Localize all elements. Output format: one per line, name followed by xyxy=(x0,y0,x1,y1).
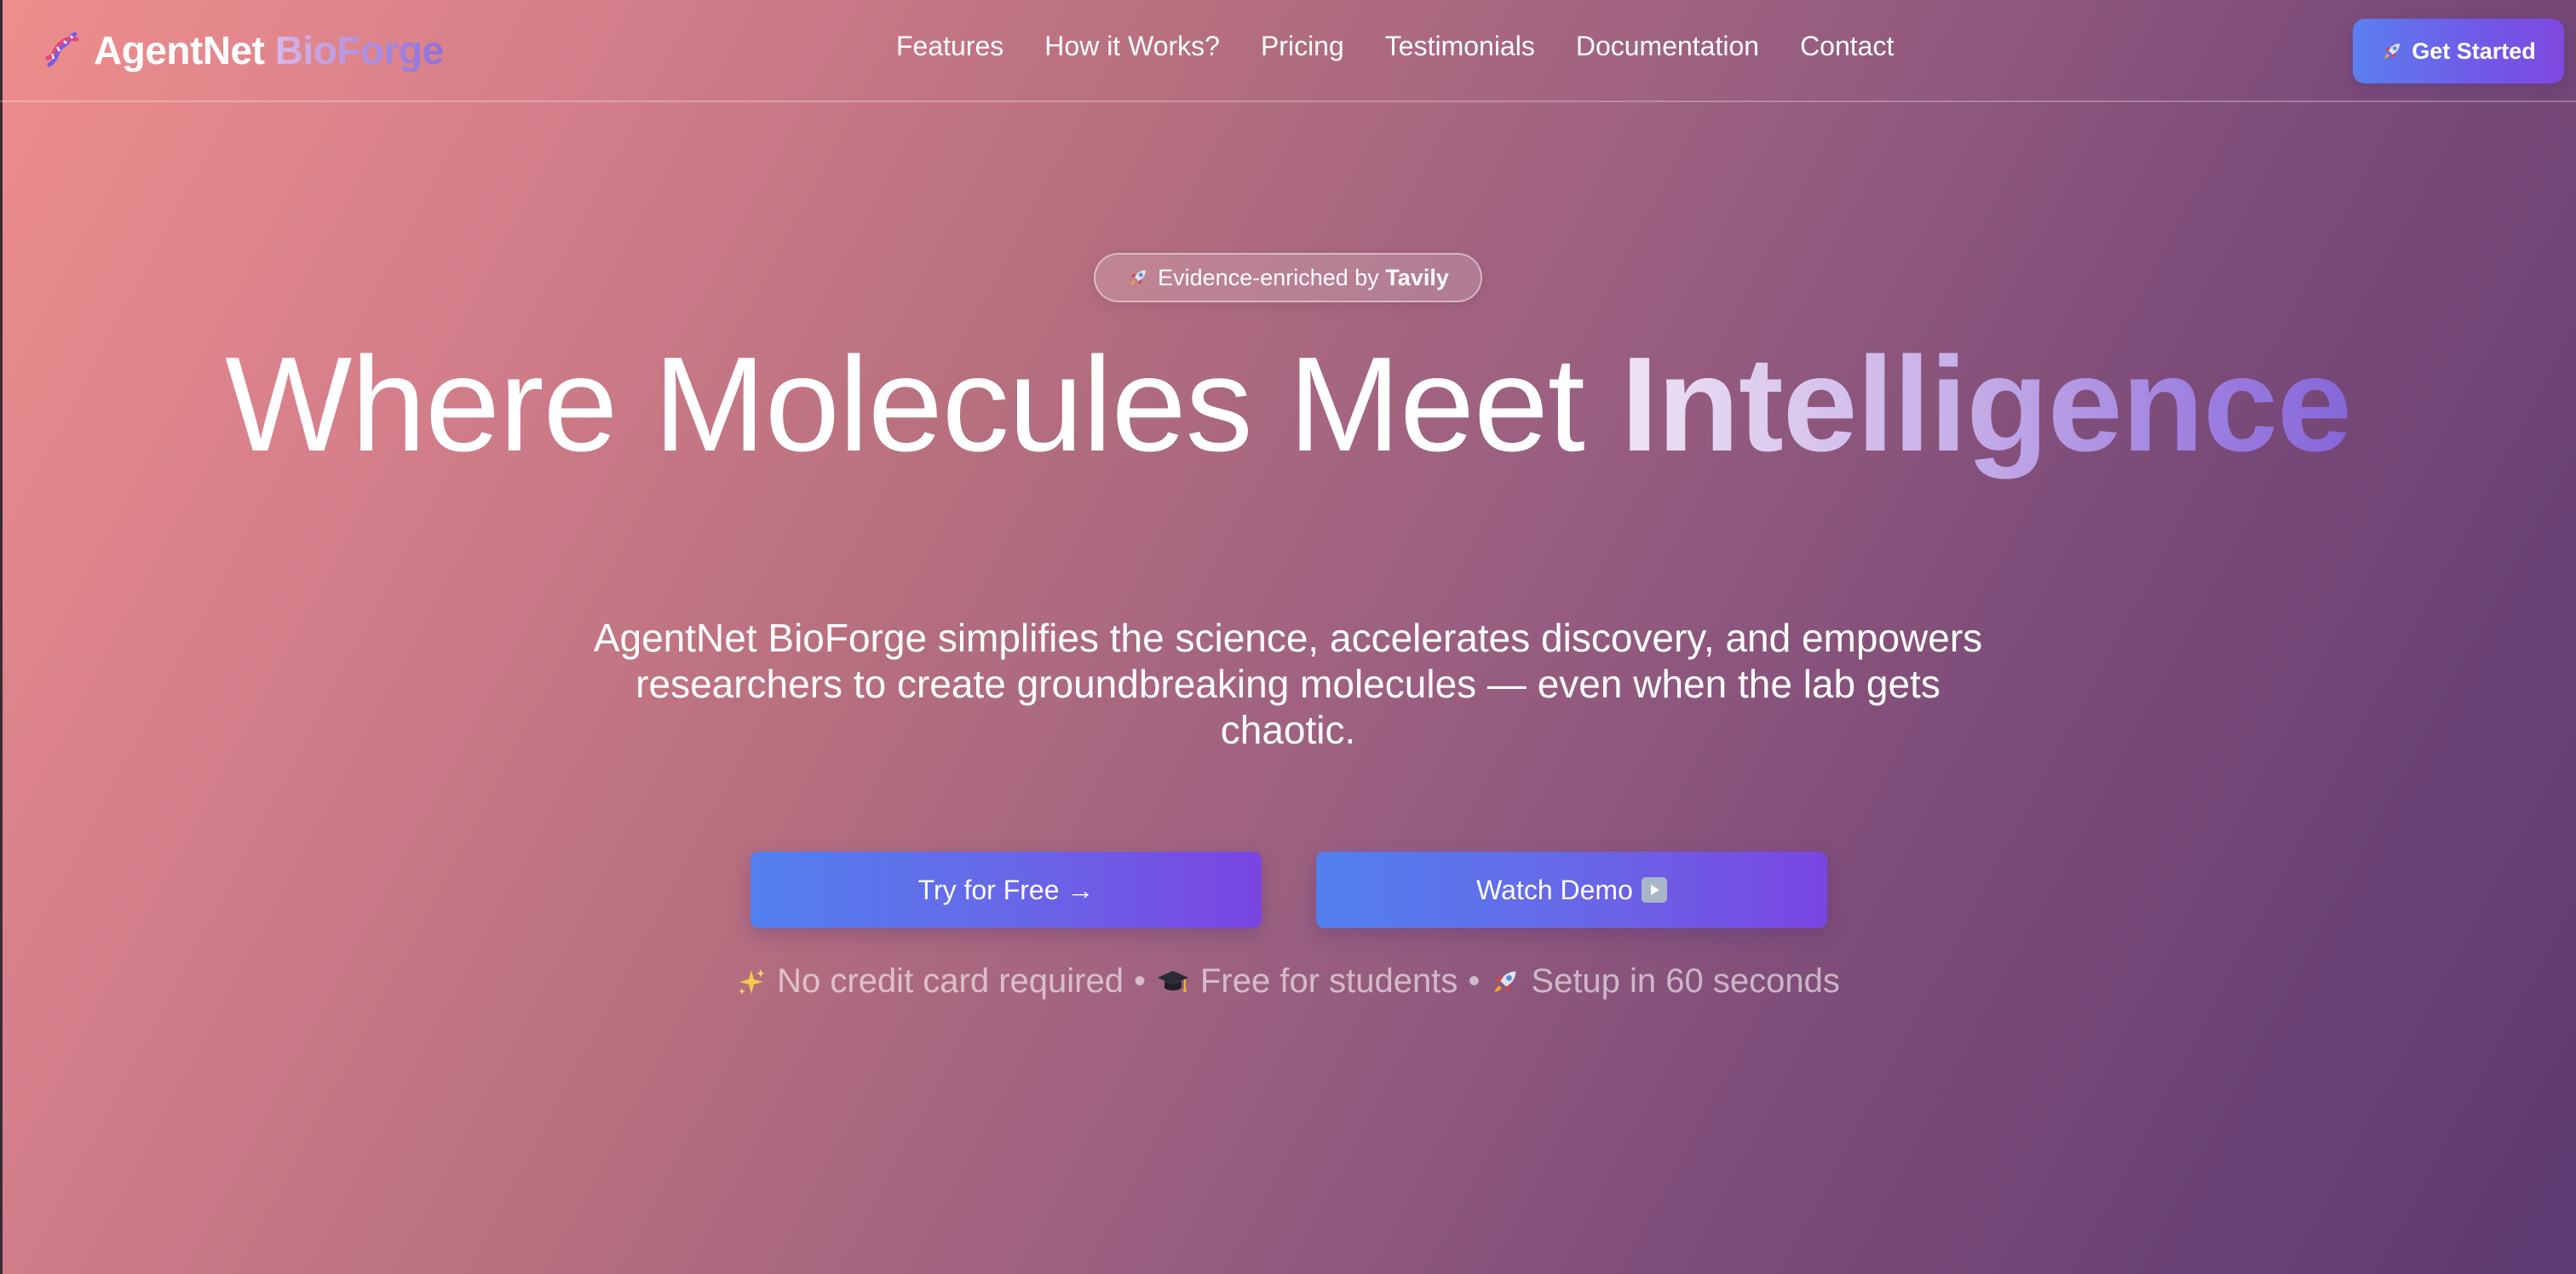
badge-text: Evidence-enriched by Tavily xyxy=(1158,265,1449,291)
brand-name: AgentNet BioForge xyxy=(94,27,444,73)
nav-link-documentation[interactable]: Documentation xyxy=(1576,31,1759,62)
graduation-cap-icon xyxy=(1156,967,1190,997)
badge-provider: Tavily xyxy=(1385,264,1449,290)
hero-headline: Where Molecules Meet Intelligence xyxy=(0,324,2576,485)
get-started-label: Get Started xyxy=(2412,37,2536,64)
feature-no-credit-card: No credit card required xyxy=(777,962,1124,1000)
rocket-icon xyxy=(2381,40,2403,62)
watch-demo-label: Watch Demo xyxy=(1476,874,1633,905)
evidence-badge: Evidence-enriched by Tavily xyxy=(1094,253,1482,302)
get-started-button[interactable]: Get Started xyxy=(2353,19,2564,83)
brand-name-accent: BioForge xyxy=(274,28,444,72)
separator: • xyxy=(1133,962,1146,1000)
hero-subtext: AgentNet BioForge simplifies the science… xyxy=(593,616,1983,752)
try-for-free-label: Try for Free → xyxy=(917,874,1095,905)
nav-link-contact[interactable]: Contact xyxy=(1800,31,1894,62)
watch-demo-button[interactable]: Watch Demo xyxy=(1316,852,1827,928)
badge-label: Evidence-enriched by xyxy=(1158,264,1379,290)
rocket-icon xyxy=(1127,267,1149,289)
separator: • xyxy=(1468,962,1481,1000)
brand-logo[interactable]: AgentNet BioForge xyxy=(41,24,444,77)
feature-setup-time: Setup in 60 seconds xyxy=(1531,962,1840,1000)
landing-page: AgentNet BioForge Features How it Works?… xyxy=(0,0,2576,1274)
rocket-icon xyxy=(1490,967,1521,997)
nav-link-how-it-works[interactable]: How it Works? xyxy=(1044,31,1220,62)
sparkles-icon xyxy=(736,967,767,997)
feature-free-for-students: Free for students xyxy=(1200,962,1458,1000)
nav-link-features[interactable]: Features xyxy=(896,31,1003,62)
nav-links: Features How it Works? Pricing Testimoni… xyxy=(896,31,1894,62)
headline-accent: Intelligence xyxy=(1620,330,2352,479)
brand-name-primary: AgentNet xyxy=(94,28,265,72)
feature-highlights: No credit card required • Free for stude… xyxy=(0,962,2576,1001)
top-navbar: AgentNet BioForge Features How it Works?… xyxy=(0,0,2576,102)
nav-link-pricing[interactable]: Pricing xyxy=(1261,31,1344,62)
nav-link-testimonials[interactable]: Testimonials xyxy=(1385,31,1535,62)
play-icon xyxy=(1641,877,1667,903)
dna-icon xyxy=(41,29,83,72)
try-for-free-button[interactable]: Try for Free → xyxy=(750,852,1262,928)
headline-text: Where Molecules Meet xyxy=(225,330,1585,479)
